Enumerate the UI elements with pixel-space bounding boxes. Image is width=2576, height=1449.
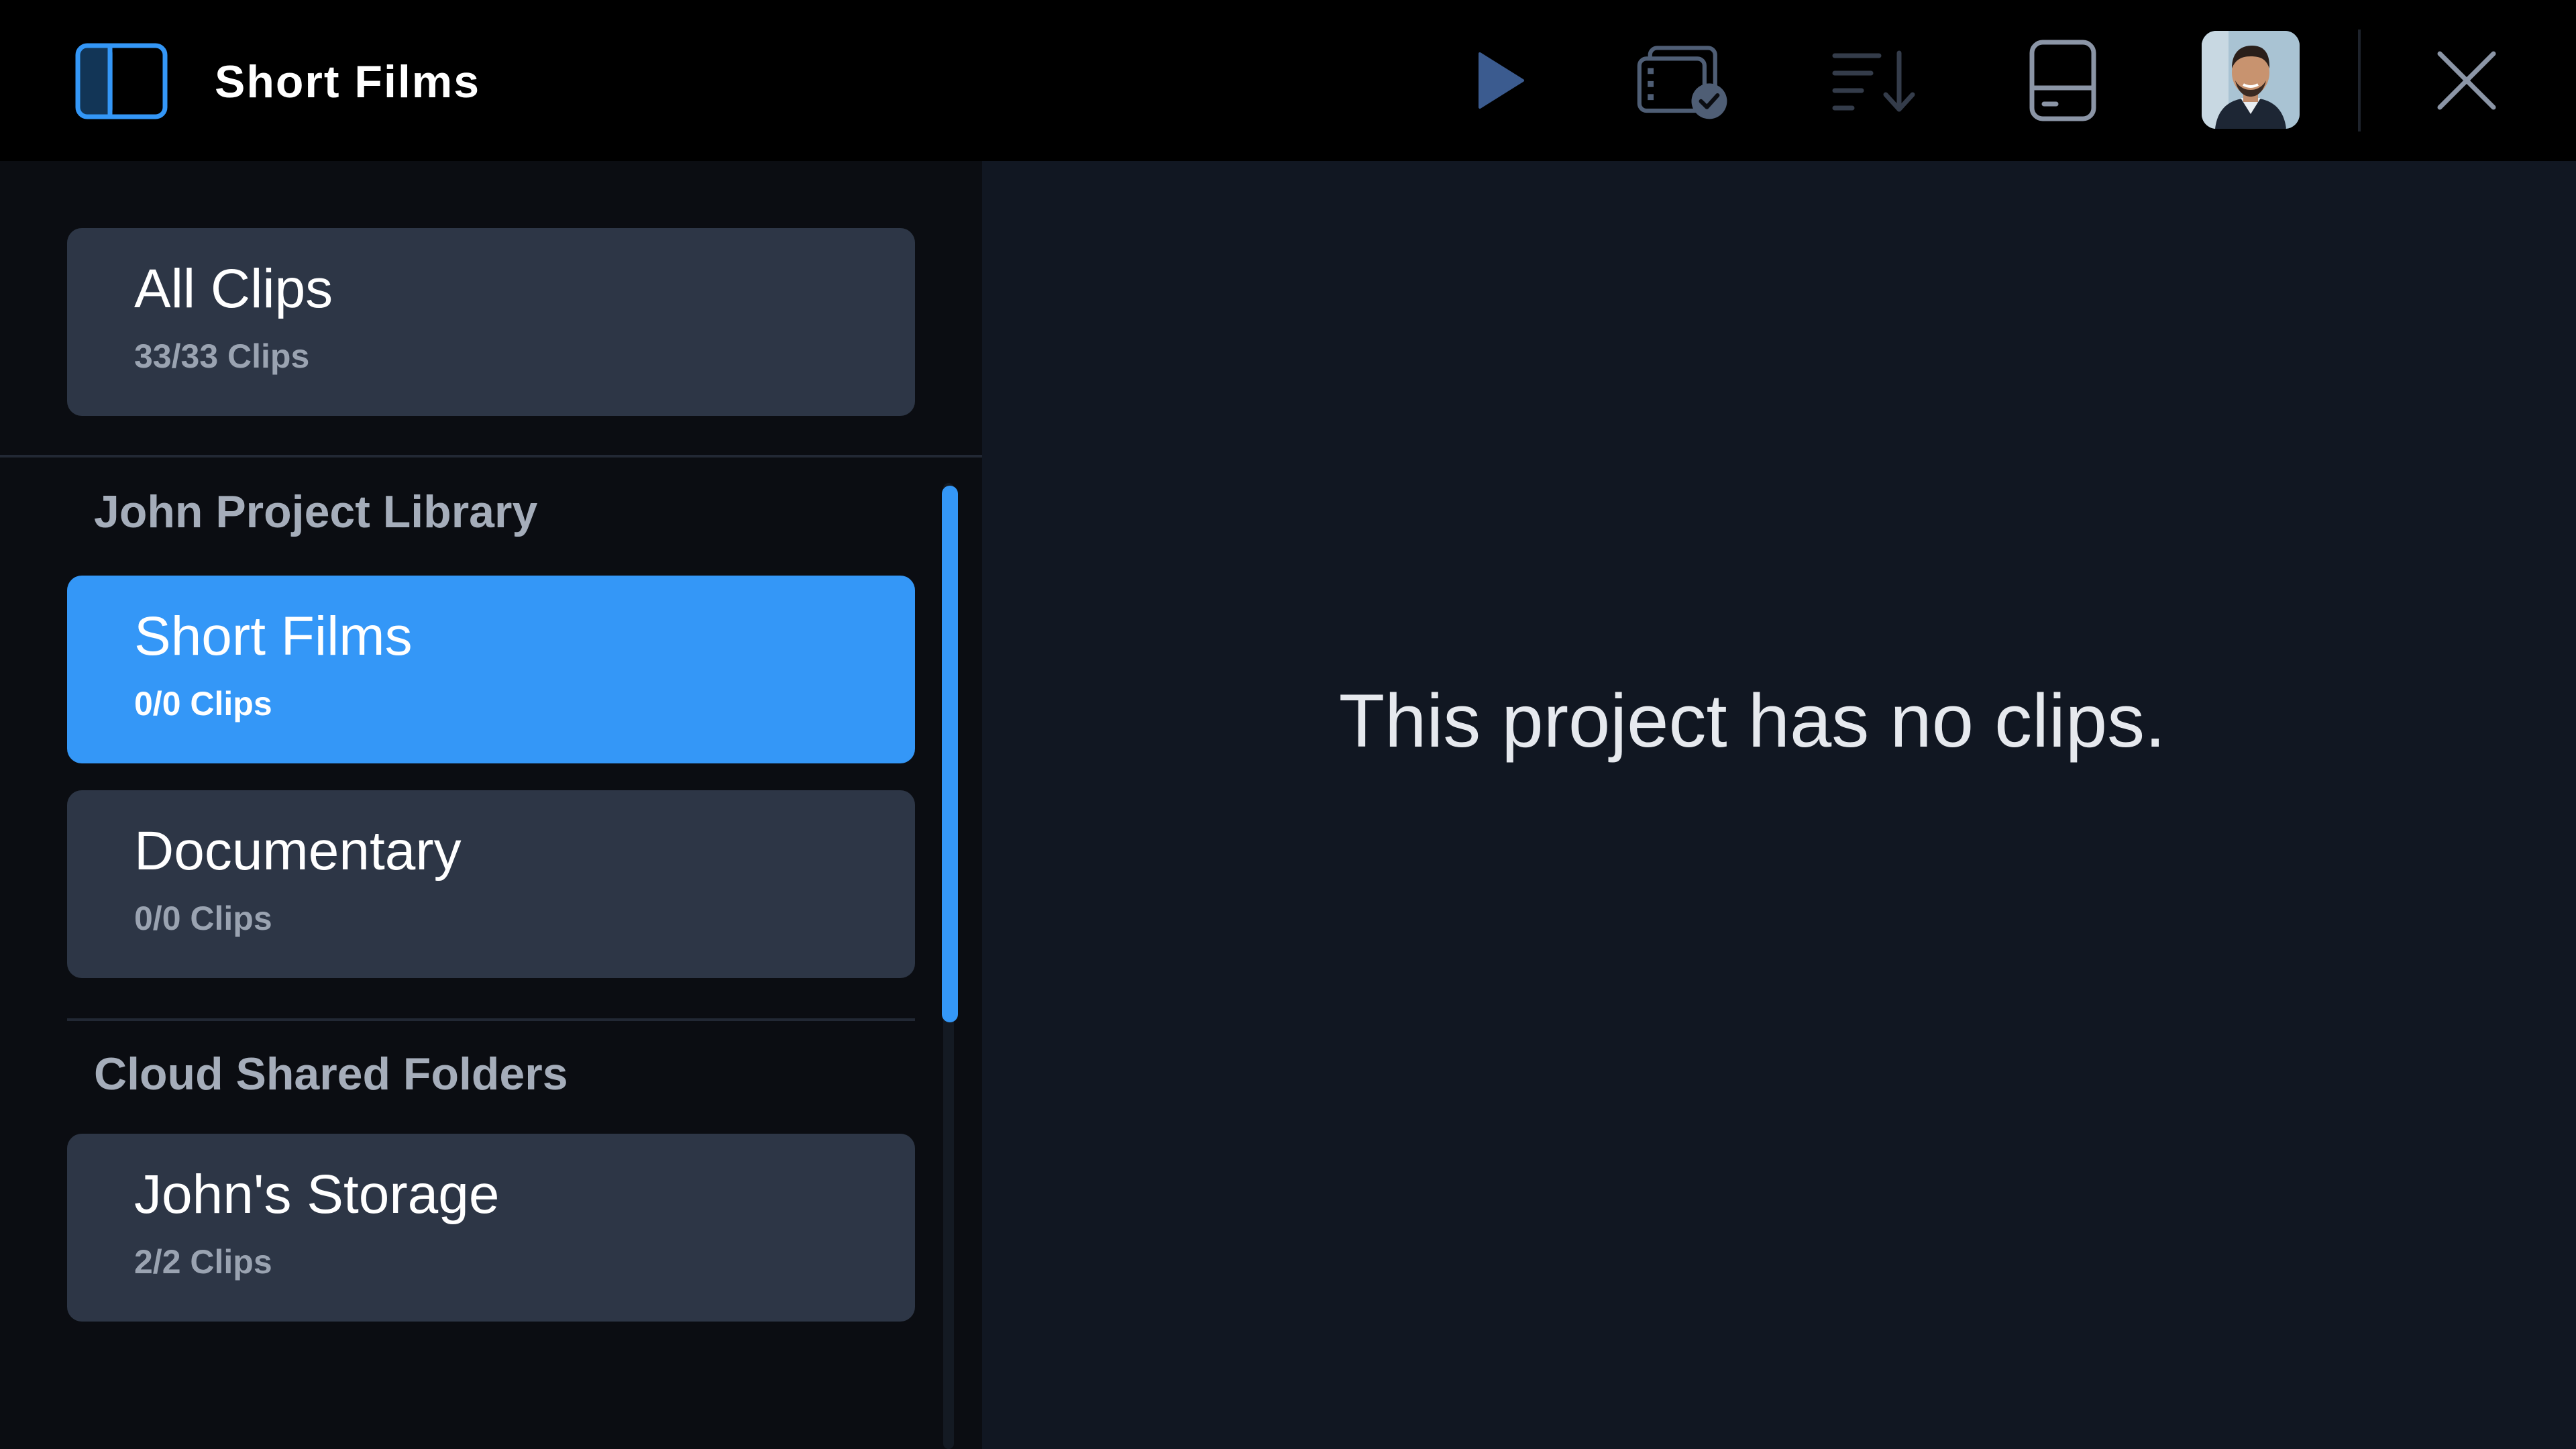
close-button[interactable] <box>2416 34 2517 127</box>
empty-state-message: This project has no clips. <box>1338 679 2166 763</box>
user-avatar-image <box>2202 31 2300 129</box>
section-divider <box>0 455 982 458</box>
sidebar-item-label: Documentary <box>134 820 462 881</box>
sidebar-toggle-icon[interactable] <box>75 43 168 119</box>
sidebar-item-count: 2/2 Clips <box>134 1243 272 1281</box>
drive-button[interactable] <box>2012 34 2113 127</box>
sort-button[interactable] <box>1825 34 1925 127</box>
avatar[interactable] <box>2202 31 2300 129</box>
section-title-cloud-shared: Cloud Shared Folders <box>94 1049 568 1099</box>
sidebar-item-all-clips[interactable]: All Clips 33/33 Clips <box>67 228 915 416</box>
clips-check-icon <box>1637 46 1727 119</box>
play-button[interactable] <box>1449 34 1550 127</box>
sidebar-item-count: 33/33 Clips <box>134 337 310 375</box>
play-icon <box>1479 52 1524 109</box>
sidebar-item-johns-storage[interactable]: John's Storage 2/2 Clips <box>67 1134 915 1322</box>
sidebar-item-count: 0/0 Clips <box>134 900 272 937</box>
close-icon <box>2437 51 2496 110</box>
sidebar-item-label: Short Films <box>134 606 413 667</box>
sort-descending-icon <box>1832 50 1915 112</box>
section-divider <box>67 1018 915 1021</box>
top-bar: Short Films <box>0 0 2576 161</box>
header-divider <box>2358 30 2361 131</box>
sidebar-item-label: All Clips <box>134 258 333 319</box>
select-clips-button[interactable] <box>1633 34 1734 127</box>
sidebar: All Clips 33/33 Clips John Project Libra… <box>0 161 982 1449</box>
sidebar-item-documentary[interactable]: Documentary 0/0 Clips <box>67 790 915 978</box>
sidebar-item-short-films[interactable]: Short Films 0/0 Clips <box>67 576 915 763</box>
section-title-project-library: John Project Library <box>94 486 538 537</box>
sidebar-item-label: John's Storage <box>134 1164 500 1225</box>
drive-icon <box>2029 40 2096 121</box>
main-content: This project has no clips. <box>982 161 2576 1449</box>
page-title: Short Films <box>215 56 481 107</box>
sidebar-item-count: 0/0 Clips <box>134 685 272 722</box>
